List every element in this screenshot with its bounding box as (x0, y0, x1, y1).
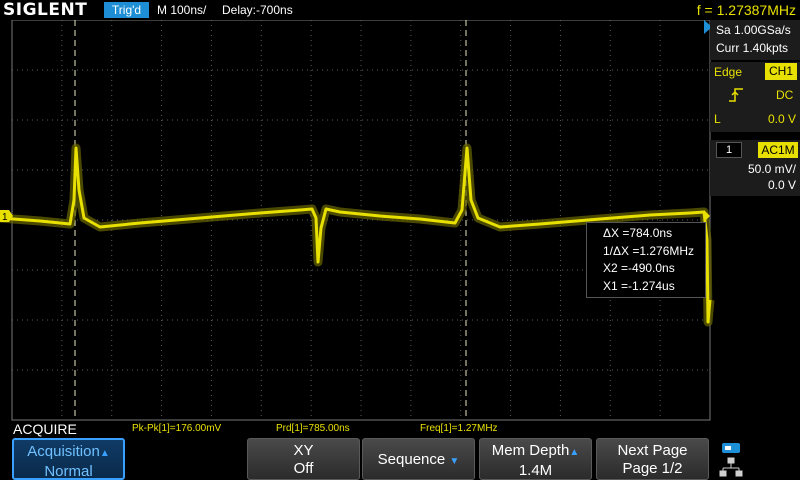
timebase-readout[interactable]: M 100ns/ (157, 0, 206, 20)
trigger-type: Edge (714, 65, 743, 79)
acquisition-mode-button[interactable]: Acquisition▲ Normal (12, 438, 125, 480)
trigger-level-value: 0.0 V (767, 112, 796, 126)
sequence-label: Sequence (377, 451, 446, 468)
cursor-x1-value: X1 =-1.274us (603, 278, 675, 293)
brand-logo: SIGLENT (3, 0, 88, 20)
xy-label: XY (293, 442, 314, 459)
channel-vertical-scale: 50.0 mV/ (747, 162, 796, 176)
status-icons (719, 443, 743, 477)
cursor-readout: ΔX =784.0ns 1/ΔX =1.276MHz X2 =-490.0ns … (586, 222, 706, 298)
current-points: Curr 1.40kpts (716, 41, 789, 55)
mem-depth-button[interactable]: Mem Depth▲ 1.4M (479, 438, 592, 480)
measurement-period: Prd[1]=785.00ns (276, 423, 350, 434)
channel-coupling-badge: AC1M (758, 142, 798, 158)
cursor-inverse-delta-x: 1/ΔX =1.276MHz (603, 243, 695, 258)
frequency-counter: f = 1.27387MHz (696, 2, 796, 18)
arrow-up-icon: ▲ (99, 448, 110, 459)
usb-icon (722, 443, 740, 453)
measurement-pkpk: Pk-Pk[1]=176.00mV (132, 423, 222, 434)
page-indicator: Page 1/2 (622, 460, 683, 477)
channel-offset: 0.0 V (767, 178, 796, 192)
next-page-button[interactable]: Next Page Page 1/2 (596, 438, 709, 480)
sequence-button[interactable]: Sequence ▼ (362, 438, 475, 480)
network-icon (719, 457, 743, 477)
channel-number: 1 (716, 142, 742, 158)
trigger-status-badge: Trig'd (104, 2, 149, 18)
arrow-up-icon: ▲ (569, 447, 580, 458)
xy-value: Off (293, 460, 314, 477)
acquisition-value: Normal (44, 463, 93, 480)
rising-edge-icon (729, 88, 743, 102)
arrow-down-icon: ▼ (449, 456, 460, 467)
sample-rate: Sa 1.00GSa/s (716, 23, 791, 37)
measurement-frequency: Freq[1]=1.27MHz (420, 423, 498, 434)
xy-mode-button[interactable]: XY Off (247, 438, 360, 480)
cursor-delta-x: ΔX =784.0ns (603, 226, 673, 240)
delay-readout[interactable]: Delay:-700ns (222, 0, 293, 20)
trigger-source-badge: CH1 (765, 63, 797, 80)
cursor-x2-value: X2 =-490.0ns (603, 261, 675, 275)
acquisition-label: Acquisition (27, 443, 100, 460)
trigger-coupling: DC (776, 88, 794, 102)
menu-title: ACQUIRE (13, 421, 77, 437)
next-page-label: Next Page (617, 442, 688, 459)
channel1-marker-label: 1 (2, 212, 8, 223)
mem-depth-label: Mem Depth (491, 442, 570, 459)
mem-depth-value: 1.4M (518, 462, 553, 479)
trigger-level-label: L (714, 112, 721, 126)
